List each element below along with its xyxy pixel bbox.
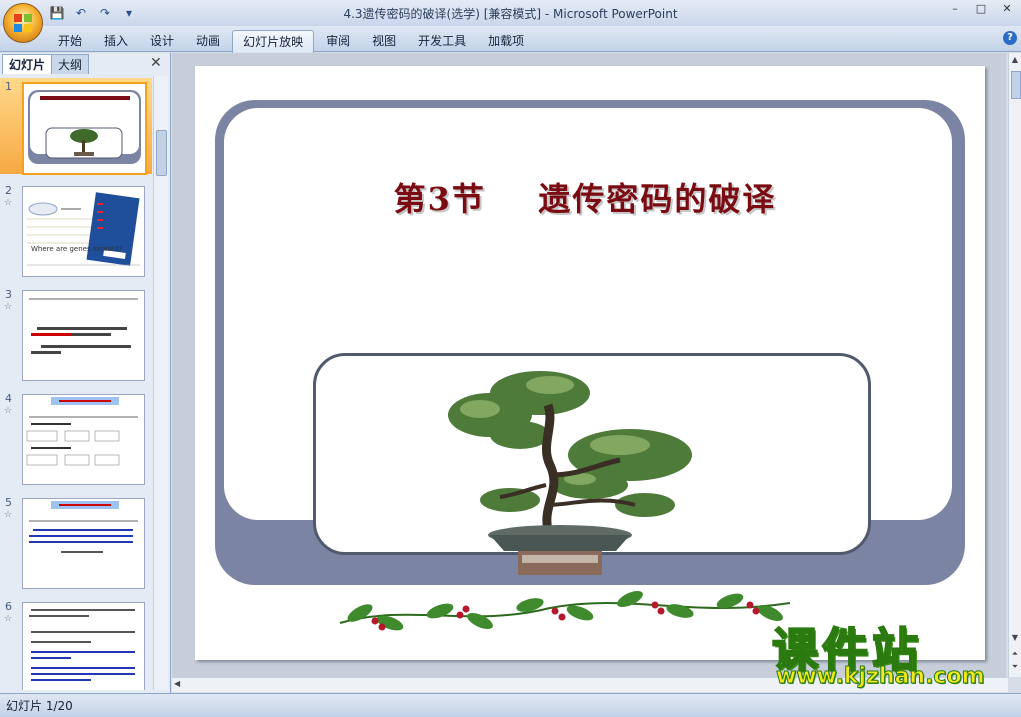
tab-view[interactable]: 视图: [362, 30, 406, 53]
tab-animations[interactable]: 动画: [186, 30, 230, 53]
slide-preview: [22, 82, 147, 175]
maximize-button[interactable]: □: [971, 2, 991, 16]
tab-review[interactable]: 审阅: [316, 30, 360, 53]
animation-star-icon: ☆: [4, 198, 13, 208]
animation-star-icon: ☆: [4, 614, 13, 624]
slide-thumbnail-2[interactable]: 2 ☆ Where are genes located?: [0, 182, 152, 278]
bonsai-tree-image[interactable]: [430, 365, 710, 580]
next-slide-icon[interactable]: ⏷: [1010, 662, 1020, 674]
watermark-url: www.kjzhan.com: [776, 664, 986, 690]
previous-slide-icon[interactable]: ⏶: [1010, 649, 1020, 661]
slide-preview: [22, 394, 145, 485]
animation-star-icon: ☆: [4, 302, 13, 312]
slide-3-preview-graphic: [29, 298, 138, 354]
tab-outline[interactable]: 大纲: [51, 54, 90, 74]
slide-thumbnail-5[interactable]: 5 ☆: [0, 494, 152, 590]
slide-2-preview-graphic: [27, 192, 140, 266]
slide-preview: [22, 290, 145, 381]
scroll-left-icon[interactable]: ◀: [174, 679, 184, 690]
ribbon-tabs: 开始 插入 设计 动画 幻灯片放映 审阅 视图 开发工具 加载项: [48, 30, 536, 53]
animation-star-icon: ☆: [4, 510, 13, 520]
slide-thumbnail-3[interactable]: 3 ☆: [0, 286, 152, 382]
tab-slideshow[interactable]: 幻灯片放映: [232, 30, 315, 53]
office-button[interactable]: [3, 3, 43, 43]
slide-number: 3: [5, 288, 12, 301]
slide-number: 2: [5, 184, 12, 197]
slide-title[interactable]: 第3节 遗传密码的破译: [240, 174, 930, 220]
thumbnail-scrollbar[interactable]: [153, 76, 168, 690]
slide-preview: [22, 498, 145, 589]
slide-number: 6: [5, 600, 12, 613]
scroll-thumb[interactable]: [1011, 71, 1021, 99]
slide-preview: [22, 602, 145, 690]
slide-preview: Where are genes located?: [22, 186, 145, 277]
animation-star-icon: ☆: [4, 406, 13, 416]
slide-6-preview-graphic: [29, 609, 135, 681]
tab-design[interactable]: 设计: [140, 30, 184, 53]
slide-1-preview-graphic: [28, 90, 141, 164]
scroll-down-icon[interactable]: ▼: [1010, 633, 1020, 645]
tab-slides[interactable]: 幻灯片: [2, 54, 53, 74]
window-title: 4.3遗传密码的破译(选学) [兼容模式] - Microsoft PowerP…: [343, 7, 678, 21]
slide-counter: 幻灯片 1/20: [6, 699, 73, 713]
window-controls: – □ ✕: [945, 2, 1017, 16]
scroll-up-icon[interactable]: ▲: [1010, 55, 1020, 67]
slide-thumbnails: 1 2 ☆ Where are genes located? 3 ☆ 4 ☆ 5…: [0, 76, 152, 690]
slide-thumbnail-6[interactable]: 6 ☆: [0, 598, 152, 690]
holly-decoration-image: [339, 590, 791, 631]
pane-tabs: 幻灯片 大纲: [2, 54, 90, 74]
close-icon[interactable]: ✕: [150, 55, 162, 71]
help-icon[interactable]: ?: [1003, 31, 1017, 45]
vertical-scrollbar[interactable]: ▲ ▼ ⏶ ⏷: [1008, 53, 1021, 677]
office-logo-icon: [14, 14, 32, 32]
close-button[interactable]: ✕: [997, 2, 1017, 16]
slide-thumbnail-4[interactable]: 4 ☆: [0, 390, 152, 486]
slide-thumbnail-1[interactable]: 1: [0, 78, 152, 175]
slide-5-preview-graphic: [29, 501, 138, 553]
tab-home[interactable]: 开始: [48, 30, 92, 53]
scroll-thumb[interactable]: [156, 130, 167, 176]
slide-number: 5: [5, 496, 12, 509]
tab-developer[interactable]: 开发工具: [408, 30, 476, 53]
slide-caption: Where are genes located?: [31, 245, 123, 253]
slide-4-preview-graphic: [26, 397, 138, 466]
status-bar: [0, 693, 1021, 717]
slide-number: 4: [5, 392, 12, 405]
minimize-button[interactable]: –: [945, 2, 965, 16]
slide-number: 1: [5, 80, 12, 93]
tab-addins[interactable]: 加载项: [478, 30, 534, 53]
tab-insert[interactable]: 插入: [94, 30, 138, 53]
